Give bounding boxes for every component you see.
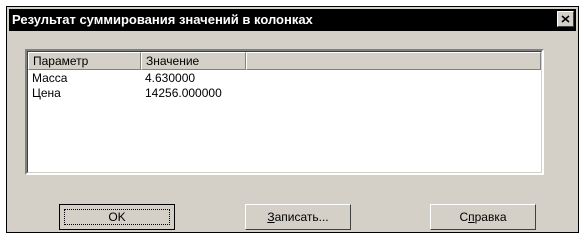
help-button[interactable]: Справка bbox=[430, 204, 536, 230]
title-bar: Результат суммирования значений в колонк… bbox=[9, 9, 576, 31]
column-header-empty bbox=[246, 52, 541, 70]
save-label: аписать... bbox=[274, 210, 329, 224]
save-button[interactable]: Записать... bbox=[245, 204, 351, 230]
focus-rect bbox=[64, 209, 170, 225]
row-value: 4.630000 bbox=[145, 71, 196, 85]
list-header: Параметр Значение bbox=[28, 52, 541, 70]
save-mnemonic: З bbox=[267, 210, 275, 224]
results-list[interactable]: Параметр Значение Масса 4.630000 Цена 14… bbox=[25, 49, 544, 175]
column-header-value[interactable]: Значение bbox=[141, 52, 246, 70]
dialog-title: Результат суммирования значений в колонк… bbox=[12, 12, 313, 27]
help-label-pre: С bbox=[459, 210, 469, 224]
close-icon bbox=[561, 15, 570, 23]
row-parameter: Цена bbox=[32, 86, 61, 100]
help-label: равка bbox=[474, 210, 507, 224]
row-parameter: Масса bbox=[32, 71, 68, 85]
ok-button[interactable]: OK bbox=[59, 204, 175, 230]
results-dialog: Результат суммирования значений в колонк… bbox=[6, 6, 579, 233]
close-button[interactable] bbox=[557, 11, 574, 27]
row-value: 14256.000000 bbox=[145, 86, 222, 100]
column-header-parameter[interactable]: Параметр bbox=[28, 52, 141, 70]
